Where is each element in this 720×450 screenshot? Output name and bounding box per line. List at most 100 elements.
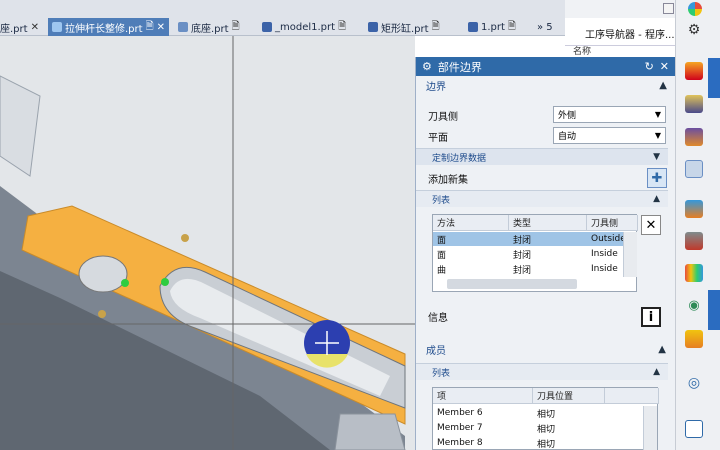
table-row-cell[interactable]: Member 7 <box>433 421 533 435</box>
column-header-type[interactable]: 类型 <box>509 215 587 231</box>
add-new-set-label: 添加新集 <box>428 174 468 186</box>
custom-boundary-data-header[interactable]: 定制边界数据 ▼ <box>416 148 668 165</box>
chevron-up-icon[interactable]: ▲ <box>653 194 660 204</box>
chevron-up-icon[interactable]: ▲ <box>653 367 660 377</box>
side-panel-edge <box>708 290 720 330</box>
table-row-cell[interactable]: 封闭 <box>509 247 587 261</box>
library-icon[interactable] <box>685 264 703 282</box>
reset-icon[interactable]: ↻ <box>645 60 654 73</box>
navigator-title: 工序导航器 - 程序... <box>585 30 675 41</box>
column-header-tool-position[interactable]: 刀具位置 <box>533 388 605 404</box>
horizontal-scrollbar[interactable] <box>447 279 577 289</box>
table-row-cell[interactable]: Inside <box>587 262 623 276</box>
close-icon[interactable]: ✕ <box>660 60 669 73</box>
column-header-empty <box>605 388 659 404</box>
reuse-library-icon[interactable] <box>685 62 703 80</box>
boundary-list-table[interactable]: 方法 类型 刀具侧 面 封闭 Outside 面 封闭 Inside 曲 封闭 … <box>432 214 638 292</box>
table-row-cell[interactable]: Outside <box>587 232 623 246</box>
table-row-cell[interactable]: 曲 <box>433 262 509 276</box>
save-icon: 🗎 <box>145 20 154 32</box>
plane-select[interactable]: 自动 ▼ <box>553 127 666 144</box>
column-header-method[interactable]: 方法 <box>433 215 509 231</box>
web-browser-icon[interactable]: ◎ <box>685 375 703 393</box>
save-icon: 🗎 <box>231 20 240 32</box>
table-row-cell[interactable]: 相切 <box>533 436 605 450</box>
operation-navigator-icon[interactable] <box>685 160 703 178</box>
navigator-column-name: 名称 <box>573 47 592 57</box>
tool-side-label: 刀具侧 <box>428 111 458 123</box>
tab-label: 拉伸杆长整修.prt <box>65 23 143 35</box>
table-row-cell[interactable]: 相切 <box>533 421 605 435</box>
save-icon: 🗎 <box>507 20 516 32</box>
part-file-icon <box>262 22 272 32</box>
info-button[interactable]: i <box>641 307 661 327</box>
chevron-down-icon[interactable]: ▼ <box>653 152 660 162</box>
info-label: 信息 <box>428 312 448 324</box>
table-row-cell[interactable]: 相切 <box>533 406 605 420</box>
members-list-table[interactable]: 项 刀具位置 Member 6 相切 Member 7 相切 Member 8 … <box>432 387 659 450</box>
table-row-cell[interactable]: Member 8 <box>433 436 533 450</box>
history-icon[interactable] <box>685 330 703 348</box>
tab-file-0[interactable]: 座.prt ✕ <box>0 18 39 36</box>
tab-file-2[interactable]: 底座.prt 🗎 <box>178 18 240 36</box>
table-row-cell[interactable]: Member 6 <box>433 406 533 420</box>
chevron-up-icon[interactable]: ▲ <box>659 80 667 91</box>
roles-icon[interactable] <box>688 2 702 16</box>
tab-file-5[interactable]: 1.prt 🗎 <box>468 18 516 36</box>
table-row-cell[interactable]: 面 <box>433 232 509 246</box>
vertical-scrollbar[interactable] <box>643 406 657 450</box>
table-row-cell[interactable]: 封闭 <box>509 262 587 276</box>
chevron-up-icon[interactable]: ▲ <box>658 344 666 355</box>
file-tab-bar: 座.prt ✕ 拉伸杆长整修.prt 🗎 ✕ 底座.prt 🗎 _model1.… <box>0 0 565 36</box>
section-label: 成员 <box>426 346 446 357</box>
tab-file-4[interactable]: 矩形缸.prt 🗎 <box>368 18 440 36</box>
table-row-cell[interactable]: 面 <box>433 247 509 261</box>
tool-side-value: 外侧 <box>558 111 577 121</box>
members-list-header[interactable]: 列表 ▲ <box>416 363 668 380</box>
section-label: 列表 <box>432 195 451 206</box>
column-header-item[interactable]: 项 <box>433 388 533 404</box>
part-boundary-dialog: ⚙ 部件边界 ↻ ✕ 边界 ▲ 刀具侧 外侧 ▼ 平面 自动 ▼ 定制边界数据 … <box>415 57 675 450</box>
gear-icon: ⚙ <box>422 60 432 73</box>
vertical-scrollbar[interactable] <box>623 232 637 277</box>
tab-label: 座.prt <box>0 23 28 35</box>
tab-overflow[interactable]: » 5 <box>537 18 553 36</box>
table-row-cell[interactable]: 封闭 <box>509 232 587 246</box>
column-header-tool-side[interactable]: 刀具侧 <box>587 215 638 231</box>
save-icon: 🗎 <box>338 20 347 32</box>
chevron-down-icon: ▼ <box>654 131 661 140</box>
tool-library-icon[interactable] <box>685 232 703 250</box>
document-icon[interactable] <box>685 420 703 438</box>
graphics-viewport[interactable] <box>0 36 415 450</box>
tab-label: 底座.prt <box>191 23 229 35</box>
tab-file-1[interactable]: 拉伸杆长整修.prt 🗎 ✕ <box>48 18 169 36</box>
tab-file-3[interactable]: _model1.prt 🗎 <box>262 18 346 36</box>
operation-navigator-header: 工序导航器 - 程序... 名称 <box>565 18 675 57</box>
close-icon[interactable]: ✕ <box>31 22 39 33</box>
dialog-title: 部件边界 <box>437 60 482 74</box>
add-new-set-button[interactable]: ✚ <box>647 168 667 188</box>
members-section-header[interactable]: 成员 ▲ <box>416 340 674 359</box>
part-file-icon <box>368 22 378 32</box>
gear-icon[interactable]: ⚙ <box>685 22 703 40</box>
eye-icon[interactable]: ◉ <box>685 298 703 316</box>
dialog-titlebar: ⚙ 部件边界 ↻ ✕ <box>416 57 675 76</box>
machine-tool-navigator-icon[interactable] <box>685 200 703 218</box>
plane-value: 自动 <box>558 132 577 142</box>
section-label: 边界 <box>426 82 446 93</box>
save-icon: 🗎 <box>431 20 440 32</box>
restore-icon[interactable] <box>663 3 674 14</box>
tab-label: _model1.prt <box>275 21 336 33</box>
part-file-icon <box>178 22 188 32</box>
part-model-view[interactable] <box>0 36 415 450</box>
assembly-navigator-icon[interactable] <box>685 95 703 113</box>
tab-label: 1.prt <box>481 21 505 33</box>
close-icon[interactable]: ✕ <box>157 22 165 33</box>
table-row-cell[interactable]: Inside <box>587 247 623 261</box>
list-section-header[interactable]: 列表 ▲ <box>416 190 668 207</box>
boundary-section-header[interactable]: 边界 ▲ <box>416 76 675 95</box>
part-navigator-icon[interactable] <box>685 128 703 146</box>
remove-set-button[interactable]: ✕ <box>641 215 661 235</box>
tool-side-select[interactable]: 外侧 ▼ <box>553 106 666 123</box>
part-file-icon <box>52 22 62 32</box>
